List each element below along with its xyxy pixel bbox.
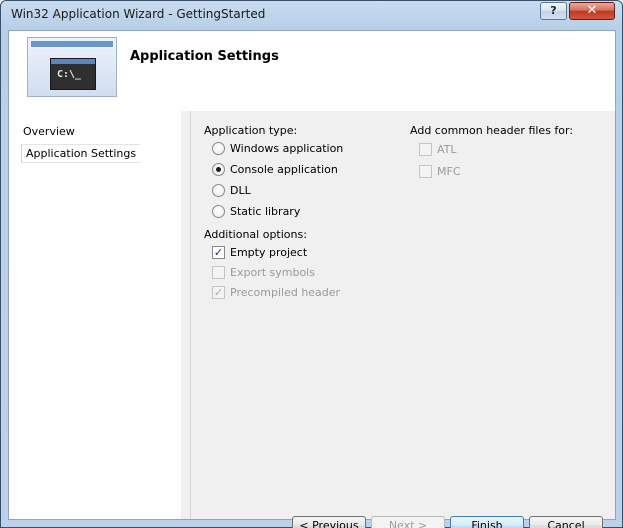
settings-panel: Application type: Windows application Co… — [190, 111, 615, 528]
checkbox-icon — [419, 165, 432, 178]
wizard-nav: Overview Application Settings — [9, 111, 181, 519]
radio-label: DLL — [230, 184, 251, 197]
previous-button[interactable]: < Previous — [292, 516, 366, 528]
console-application-image: C:\_ — [27, 37, 117, 97]
finish-button[interactable]: Finish — [450, 516, 524, 528]
wizard-content: Overview Application Settings Applicatio… — [9, 111, 615, 528]
common-headers-label: Add common header files for: — [410, 124, 574, 137]
wizard-window: Win32 Application Wizard - GettingStarte… — [0, 0, 623, 528]
checkbox-icon — [212, 266, 225, 279]
radio-button-icon — [212, 184, 225, 197]
additional-options-label: Additional options: — [204, 228, 307, 241]
checkbox-label: Precompiled header — [230, 286, 341, 299]
radio-label: Console application — [230, 163, 338, 176]
radio-button-icon — [212, 142, 225, 155]
checkbox-checked-icon: ✓ — [212, 286, 225, 299]
radio-console-application[interactable]: Console application — [212, 163, 338, 176]
console-prompt-text: C:\_ — [57, 69, 82, 80]
radio-button-selected-icon — [212, 163, 225, 176]
checkbox-label: Export symbols — [230, 266, 315, 279]
checkbox-label: Empty project — [230, 246, 308, 259]
title-bar[interactable]: Win32 Application Wizard - GettingStarte… — [1, 1, 622, 29]
wizard-header: C:\_ Application Settings — [9, 31, 615, 111]
checkbox-mfc[interactable]: MFC — [419, 165, 461, 178]
close-icon: ✕ — [586, 3, 598, 18]
radio-static-library[interactable]: Static library — [212, 205, 300, 218]
checkbox-empty-project[interactable]: ✓ Empty project — [212, 246, 307, 259]
console-window-icon: C:\_ — [50, 58, 96, 90]
image-menu-bar — [31, 49, 113, 53]
nav-item-application-settings[interactable]: Application Settings — [21, 144, 141, 163]
nav-item-overview[interactable]: Overview — [23, 125, 75, 138]
page-title: Application Settings — [130, 49, 279, 64]
cancel-button[interactable]: Cancel — [529, 516, 603, 528]
radio-button-icon — [212, 205, 225, 218]
checkbox-icon — [419, 143, 432, 156]
checkbox-label: MFC — [437, 165, 461, 178]
window-title: Win32 Application Wizard - GettingStarte… — [11, 7, 266, 21]
console-title-bar — [51, 59, 95, 64]
radio-windows-application[interactable]: Windows application — [212, 142, 343, 155]
checkbox-precompiled-header[interactable]: ✓ Precompiled header — [212, 286, 340, 299]
radio-label: Windows application — [230, 142, 344, 155]
checkbox-atl[interactable]: ATL — [419, 143, 457, 156]
radio-dll[interactable]: DLL — [212, 184, 251, 197]
checkbox-checked-icon: ✓ — [212, 246, 225, 259]
close-button[interactable]: ✕ — [569, 2, 615, 20]
checkbox-label: ATL — [437, 143, 457, 156]
help-button[interactable]: ? — [540, 2, 567, 20]
wizard-client-area: C:\_ Application Settings Overview Appli… — [8, 30, 616, 528]
application-type-label: Application type: — [204, 124, 298, 137]
checkbox-export-symbols[interactable]: Export symbols — [212, 266, 315, 279]
image-window-title-bar — [31, 41, 113, 47]
next-button[interactable]: Next > — [371, 516, 445, 528]
radio-label: Static library — [230, 205, 301, 218]
